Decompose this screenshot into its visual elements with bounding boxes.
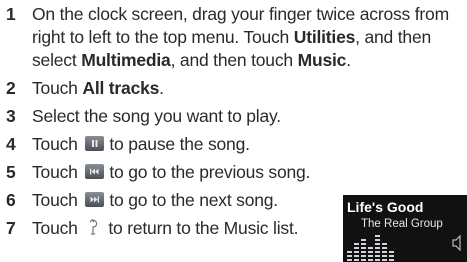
pause-icon — [85, 136, 105, 151]
step-number: 6 — [6, 190, 16, 210]
next-song-icon — [85, 192, 105, 207]
music-label: Music — [297, 50, 347, 70]
step-text: to go to the next song. — [109, 190, 278, 210]
step-text: Touch — [32, 218, 83, 238]
step-text: Touch — [32, 162, 83, 182]
all-tracks-label: All tracks — [82, 78, 160, 98]
step-text: Touch — [32, 78, 83, 98]
speaker-icon — [452, 235, 461, 251]
step-text: to go to the previous song. — [109, 162, 311, 182]
step-text: Touch — [32, 134, 83, 154]
step-text: . — [159, 78, 164, 98]
back-arrow-icon — [88, 217, 102, 237]
step-2: 2 Touch All tracks. — [4, 77, 467, 100]
step-text: to return to the Music list. — [108, 218, 299, 238]
step-text: to pause the song. — [109, 134, 250, 154]
step-3: 3 Select the song you want to play. — [4, 105, 467, 128]
step-text: Touch — [32, 190, 83, 210]
song-title: Life's Good — [347, 199, 424, 215]
step-number: 3 — [6, 106, 16, 126]
step-4: 4 Touch to pause the song. — [4, 133, 467, 156]
artist-name: The Real Group — [361, 218, 443, 230]
step-text: , and then touch — [170, 50, 298, 70]
step-number: 1 — [6, 4, 16, 24]
step-number: 7 — [6, 218, 16, 238]
music-player-screenshot: Life's Good The Real Group — [343, 195, 467, 262]
step-number: 4 — [6, 134, 16, 154]
step-text: . — [346, 50, 351, 70]
step-5: 5 Touch to go to the previous song. — [4, 161, 467, 184]
step-number: 2 — [6, 78, 16, 98]
step-1: 1 On the clock screen, drag your finger … — [4, 3, 467, 72]
utilities-label: Utilities — [293, 27, 356, 47]
step-number: 5 — [6, 162, 16, 182]
multimedia-label: Multimedia — [81, 50, 171, 70]
step-text: Select the song you want to play. — [32, 106, 281, 126]
previous-song-icon — [85, 164, 105, 179]
equalizer-bars-icon — [347, 235, 394, 261]
